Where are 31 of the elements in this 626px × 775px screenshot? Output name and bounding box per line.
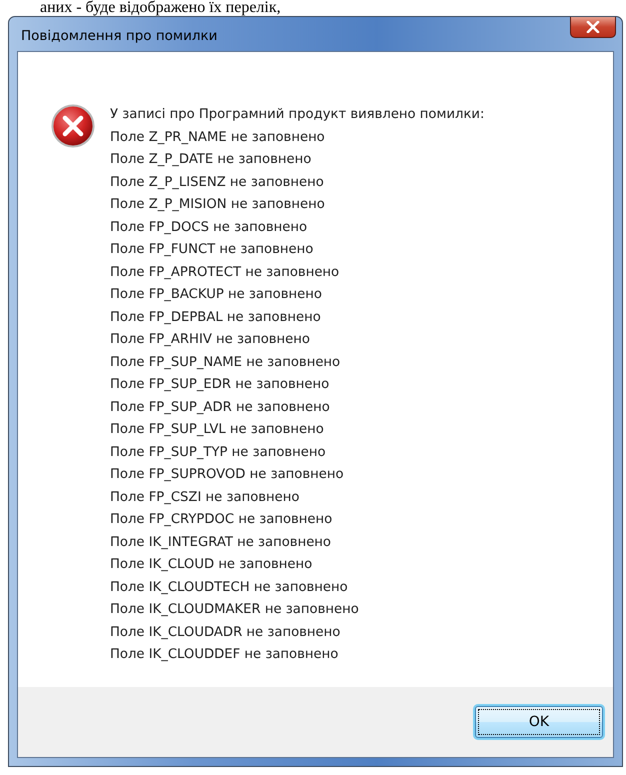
error-line: Поле IK_CLOUDDEF не заповнено bbox=[110, 646, 340, 664]
error-line: Поле IK_INTEGRAT не заповнено bbox=[110, 534, 332, 552]
error-line: Поле FP_DEPBAL не заповнено bbox=[110, 308, 322, 326]
error-line: Поле FP_CRYPDOC не заповнено bbox=[110, 511, 334, 529]
error-line: Поле FP_SUP_NAME не заповнено bbox=[110, 354, 342, 372]
error-line: Поле FP_FUNCT не заповнено bbox=[110, 241, 314, 259]
error-line: Поле FP_SUP_ADR не заповнено bbox=[110, 398, 331, 416]
error-line: Поле FP_BACKUP не заповнено bbox=[110, 286, 323, 304]
error-line: Поле Z_P_DATE не заповнено bbox=[110, 151, 312, 169]
error-icon bbox=[51, 104, 95, 148]
error-line: Поле IK_CLOUDMAKER не заповнено bbox=[110, 601, 360, 619]
close-icon bbox=[586, 21, 600, 33]
error-line: Поле FP_CSZI не заповнено bbox=[110, 488, 300, 506]
error-line: Поле FP_APROTECT не заповнено bbox=[110, 264, 340, 282]
error-line: Поле FP_SUP_EDR не заповнено bbox=[110, 376, 330, 394]
error-line: Поле IK_CLOUDTECH не заповнено bbox=[110, 578, 349, 596]
error-line: Поле FP_SUP_LVL не заповнено bbox=[110, 421, 325, 439]
error-line: Поле Z_PR_NAME не заповнено bbox=[110, 128, 326, 146]
error-line: Поле FP_ARHIV не заповнено bbox=[110, 331, 311, 349]
document-text: аних - буде відображено їх перелік, bbox=[39, 0, 282, 16]
close-button[interactable] bbox=[570, 17, 616, 38]
message-heading: У записі про Програмний продукт виявлено помилки: bbox=[110, 106, 484, 124]
window-title: Повідомлення про помилки bbox=[21, 28, 218, 44]
error-line: Поле IK_CLOUD не заповнено bbox=[110, 556, 314, 574]
error-line: Поле Z_P_MISION не заповнено bbox=[110, 196, 326, 214]
error-line: Поле FP_SUPROVOD не заповнено bbox=[110, 466, 345, 484]
error-line: Поле FP_DOCS не заповнено bbox=[110, 218, 308, 236]
error-line: Поле IK_CLOUDADR не заповнено bbox=[110, 624, 342, 642]
ok-button[interactable]: OK bbox=[475, 706, 603, 738]
error-line: Поле Z_P_LISENZ не заповнено bbox=[110, 174, 325, 192]
error-line: Поле FP_SUP_TYP не заповнено bbox=[110, 444, 327, 462]
